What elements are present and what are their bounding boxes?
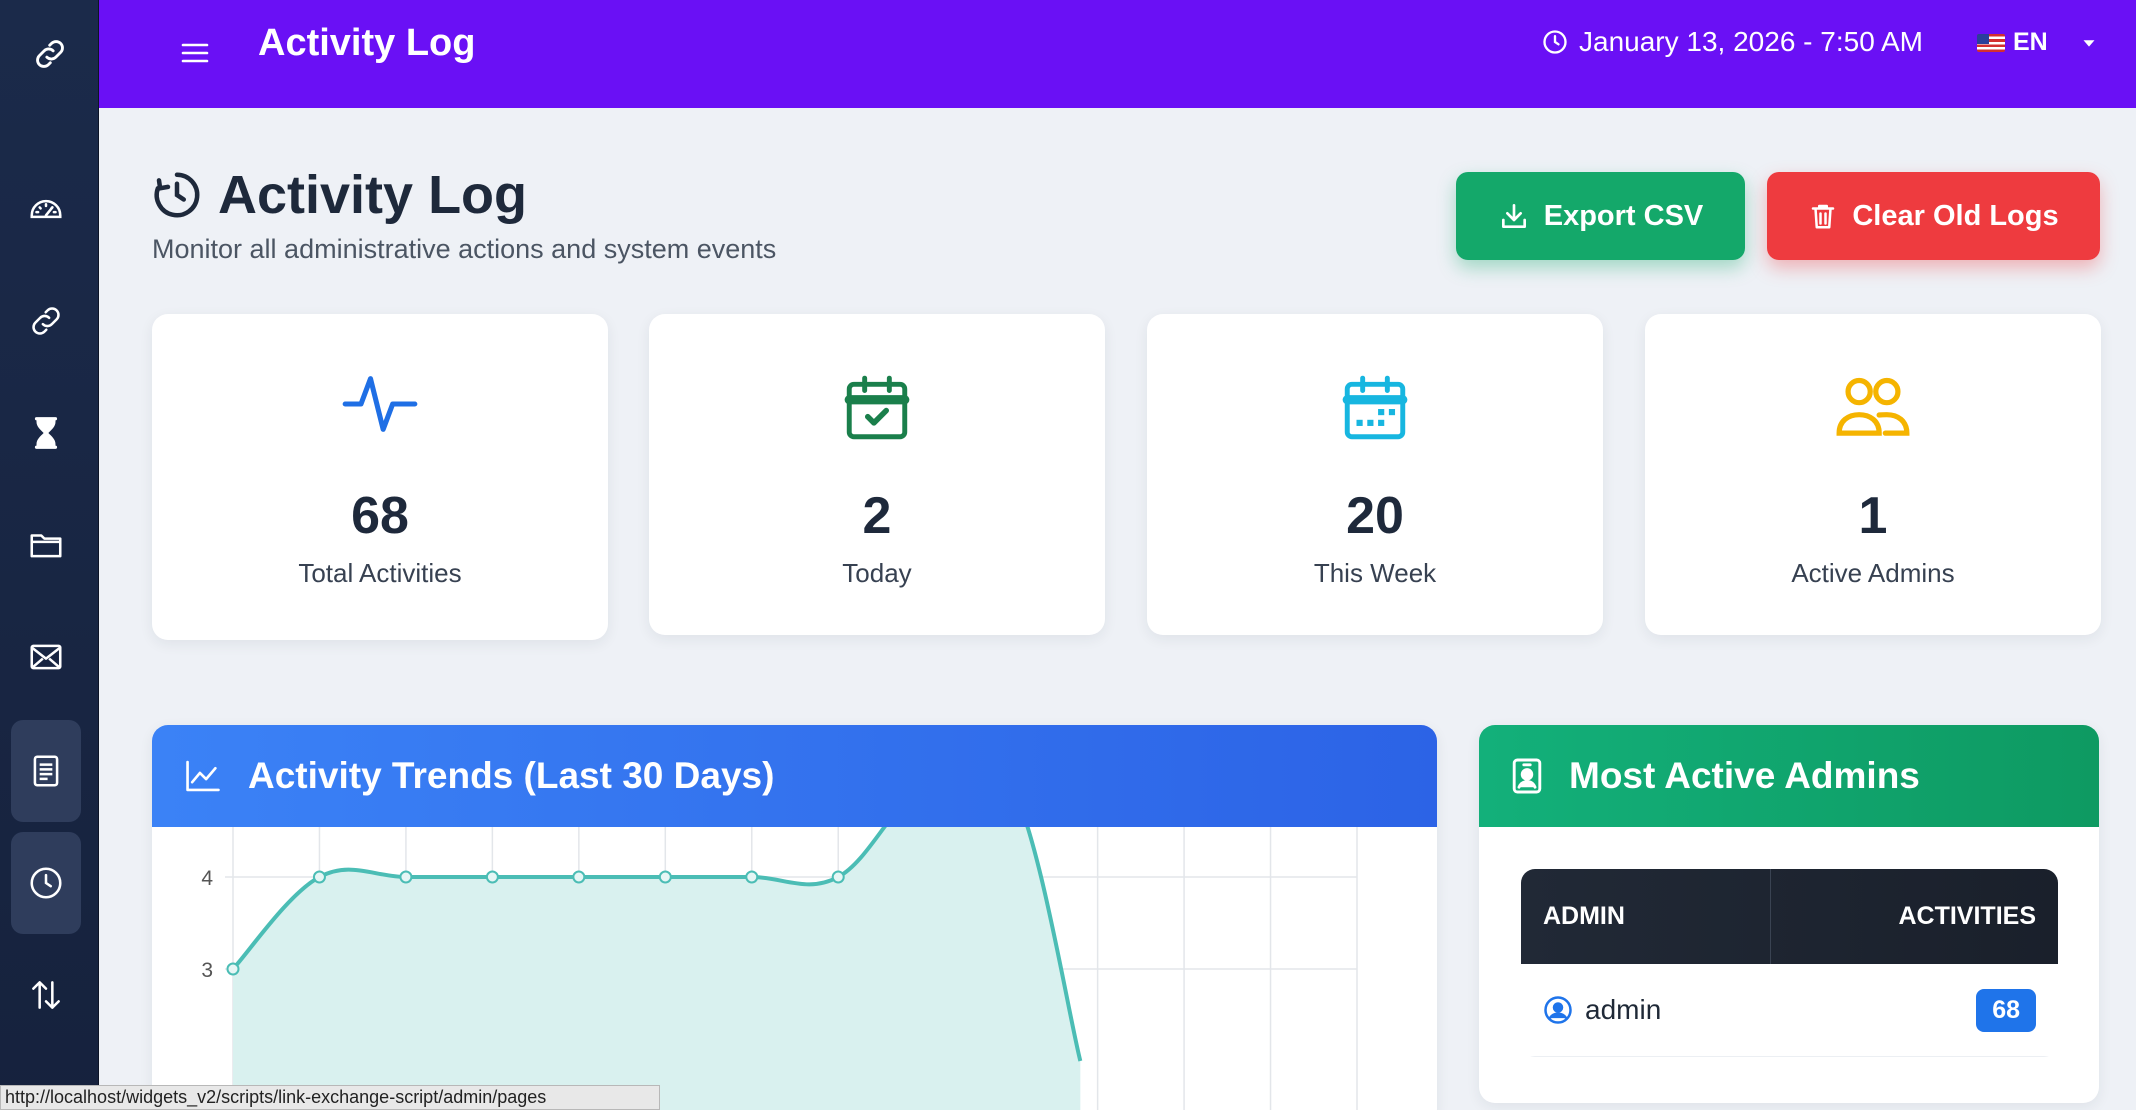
stat-card-today: 2 Today bbox=[649, 314, 1105, 635]
caret-down-icon bbox=[2083, 39, 2095, 47]
stat-card-this-week: 20 This Week bbox=[1147, 314, 1603, 635]
data-point[interactable] bbox=[831, 870, 845, 884]
id-badge-icon bbox=[1512, 758, 1542, 794]
activity-trends-title: Activity Trends (Last 30 Days) bbox=[248, 755, 775, 796]
data-point[interactable] bbox=[485, 870, 499, 884]
us-flag-icon bbox=[1977, 33, 2005, 52]
calendar-check-icon bbox=[844, 375, 910, 440]
clock-icon bbox=[1543, 30, 1567, 54]
language-selector[interactable]: EN bbox=[1977, 28, 2100, 57]
stat-value: 20 bbox=[1346, 487, 1404, 545]
clock-icon bbox=[30, 867, 62, 899]
page-subtitle: Monitor all administrative actions and s… bbox=[152, 234, 777, 264]
calendar-week-icon bbox=[1342, 375, 1408, 440]
stat-value: 2 bbox=[862, 487, 892, 545]
y-tick-label: 3 bbox=[201, 959, 213, 982]
stat-card-active-admins: 1 Active Admins bbox=[1645, 314, 2101, 635]
page-header: Activity Log bbox=[150, 164, 527, 226]
most-active-admins-card: Most Active Admins ADMIN ACTIVITIES admi… bbox=[1479, 725, 2099, 1103]
admins-table-header: ADMIN ACTIVITIES bbox=[1521, 869, 2058, 964]
data-point[interactable] bbox=[399, 870, 413, 884]
link-icon bbox=[32, 307, 60, 335]
most-active-admins-title: Most Active Admins bbox=[1569, 755, 1920, 796]
menu-toggle-button[interactable] bbox=[175, 33, 215, 73]
table-row[interactable]: admin 68 bbox=[1521, 964, 2058, 1057]
export-csv-button[interactable]: Export CSV bbox=[1456, 172, 1745, 260]
datetime-text: January 13, 2026 - 7:50 AM bbox=[1579, 26, 1923, 57]
sidebar-item-activity-log[interactable] bbox=[11, 832, 81, 934]
data-point[interactable] bbox=[745, 870, 759, 884]
sidebar-item-pending[interactable] bbox=[11, 382, 81, 484]
stat-label: This Week bbox=[1313, 558, 1437, 588]
top-bar: Activity Log January 13, 2026 - 7:50 AM … bbox=[99, 0, 2136, 108]
stat-card-total-activities: 68 Total Activities bbox=[152, 314, 608, 640]
activity-pulse-icon bbox=[342, 376, 418, 432]
top-bar-title: Activity Log bbox=[258, 22, 476, 64]
column-header-admin[interactable]: ADMIN bbox=[1521, 869, 1771, 964]
dashboard-icon bbox=[30, 199, 62, 219]
sidebar-item-pages[interactable] bbox=[11, 720, 81, 822]
sidebar-item-dashboard[interactable] bbox=[11, 158, 81, 260]
column-header-activities[interactable]: ACTIVITIES bbox=[1771, 869, 2058, 964]
y-tick-label: 4 bbox=[201, 867, 213, 890]
activity-trends-header: Activity Trends (Last 30 Days) bbox=[152, 725, 1437, 827]
mail-icon bbox=[30, 644, 62, 670]
clear-old-logs-label: Clear Old Logs bbox=[1852, 199, 2059, 232]
document-icon bbox=[33, 755, 59, 787]
stat-value: 1 bbox=[1858, 487, 1888, 545]
activity-trends-card: Activity Trends (Last 30 Days) 543 bbox=[152, 725, 1437, 1110]
sidebar-item-messages[interactable] bbox=[11, 606, 81, 708]
users-icon bbox=[1836, 377, 1910, 436]
stat-label: Total Activities bbox=[298, 558, 462, 588]
export-csv-label: Export CSV bbox=[1543, 199, 1704, 232]
activity-count-badge: 68 bbox=[1976, 988, 2036, 1032]
admins-table: ADMIN ACTIVITIES admin 68 bbox=[1521, 869, 2058, 1057]
sidebar-item-import-export[interactable] bbox=[11, 944, 81, 1046]
admin-name: admin bbox=[1585, 994, 1662, 1025]
data-point[interactable] bbox=[658, 870, 672, 884]
clock-history-icon bbox=[154, 172, 200, 218]
sort-arrows-icon bbox=[32, 981, 60, 1009]
hourglass-icon bbox=[34, 417, 58, 449]
data-point[interactable] bbox=[226, 962, 240, 976]
admin-cell: admin bbox=[1543, 994, 1661, 1026]
sidebar bbox=[0, 0, 99, 1110]
page-title: Activity Log bbox=[218, 165, 528, 225]
hamburger-icon bbox=[181, 43, 209, 63]
stat-value: 68 bbox=[351, 487, 409, 545]
stat-label: Today bbox=[842, 558, 912, 588]
sidebar-item-categories[interactable] bbox=[11, 494, 81, 596]
sidebar-item-links[interactable] bbox=[11, 270, 81, 372]
sidebar-logo[interactable] bbox=[0, 0, 99, 108]
data-point[interactable] bbox=[312, 870, 326, 884]
folder-icon bbox=[30, 534, 62, 558]
status-bar-url: http://localhost/widgets_v2/scripts/link… bbox=[0, 1085, 660, 1110]
clear-old-logs-button[interactable]: Clear Old Logs bbox=[1767, 172, 2100, 260]
most-active-admins-header: Most Active Admins bbox=[1479, 725, 2099, 827]
trash-icon bbox=[1812, 204, 1835, 229]
activity-trend-chart: 543 bbox=[201, 827, 1358, 1110]
language-label: EN bbox=[2013, 28, 2048, 56]
current-datetime: January 13, 2026 - 7:50 AM bbox=[1541, 26, 1923, 58]
link-icon bbox=[35, 40, 64, 68]
data-point[interactable] bbox=[572, 870, 586, 884]
download-icon bbox=[1501, 204, 1526, 228]
stat-label: Active Admins bbox=[1791, 558, 1955, 588]
user-circle-icon bbox=[1544, 996, 1572, 1024]
line-chart-icon bbox=[186, 760, 220, 792]
